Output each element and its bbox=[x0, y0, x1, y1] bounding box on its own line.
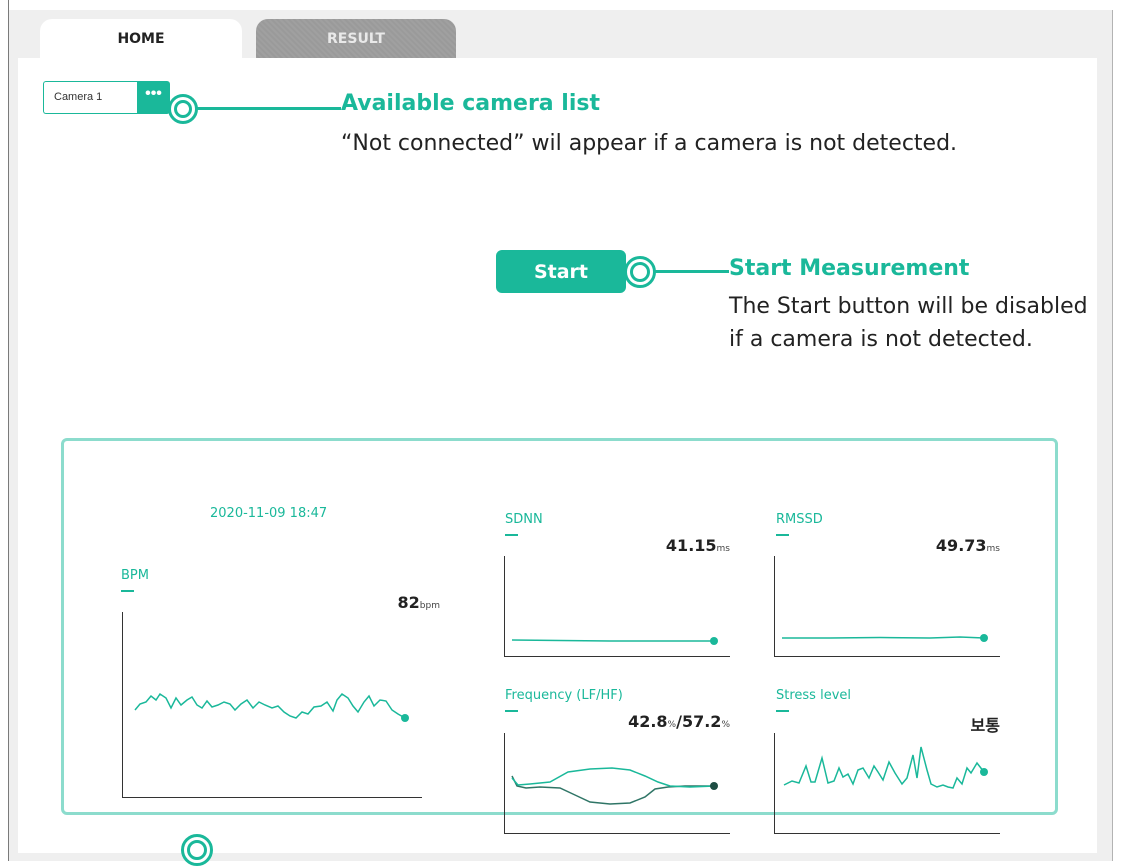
window-right-border bbox=[1112, 10, 1113, 861]
sdnn-marker bbox=[505, 534, 518, 536]
callout-line-camera bbox=[196, 107, 341, 110]
bpm-x-axis bbox=[122, 797, 422, 798]
tab-result[interactable]: RESULT bbox=[256, 19, 456, 59]
camera-select[interactable]: Camera 1 bbox=[43, 81, 137, 114]
stress-label: Stress level bbox=[776, 688, 851, 703]
stress-x-axis bbox=[774, 833, 1000, 834]
rmssd-value: 49.73ms bbox=[935, 536, 1000, 555]
frequency-x-axis bbox=[504, 833, 730, 834]
bpm-marker bbox=[121, 590, 134, 592]
frequency-y-axis bbox=[504, 733, 505, 834]
callout-line-start bbox=[654, 270, 729, 273]
rmssd-marker bbox=[776, 534, 789, 536]
bpm-y-axis bbox=[122, 612, 123, 798]
sdnn-value: 41.15ms bbox=[665, 536, 730, 555]
camera-more-button[interactable]: ••• bbox=[137, 81, 170, 114]
start-note-title: Start Measurement bbox=[729, 256, 970, 281]
bpm-end-dot bbox=[401, 714, 409, 722]
camera-list-note-title: Available camera list bbox=[341, 91, 601, 116]
sdnn-y-axis bbox=[504, 556, 505, 657]
stress-y-axis bbox=[774, 733, 775, 834]
bpm-value: 82bpm bbox=[397, 593, 440, 612]
sdnn-label: SDNN bbox=[505, 512, 543, 527]
rmssd-x-axis bbox=[774, 656, 1000, 657]
frequency-end-dot bbox=[710, 782, 718, 790]
callout-ring-camera bbox=[168, 94, 198, 124]
bpm-label: BPM bbox=[121, 568, 149, 583]
callout-ring-start bbox=[624, 256, 656, 288]
sdnn-end-dot bbox=[710, 637, 718, 645]
start-note-line2: if a camera is not detected. bbox=[729, 327, 1033, 352]
measurement-timestamp: 2020-11-09 18:47 bbox=[210, 506, 328, 521]
sdnn-x-axis bbox=[504, 656, 730, 657]
tab-home[interactable]: HOME bbox=[40, 19, 242, 59]
frequency-value: 42.8%/57.2% bbox=[628, 712, 730, 731]
frequency-label: Frequency (LF/HF) bbox=[505, 688, 623, 703]
camera-list-note-text: “Not connected” wil appear if a camera i… bbox=[341, 131, 958, 156]
stress-value: 보통 bbox=[970, 716, 1000, 735]
stress-marker bbox=[776, 710, 789, 712]
rmssd-label: RMSSD bbox=[776, 512, 823, 527]
frequency-marker bbox=[505, 710, 518, 712]
start-button[interactable]: Start bbox=[496, 250, 626, 293]
result-summary-box bbox=[61, 438, 1058, 815]
callout-ring-results bbox=[181, 834, 213, 866]
rmssd-end-dot bbox=[980, 634, 988, 642]
start-note-line1: The Start button will be disabled bbox=[729, 294, 1088, 319]
stress-end-dot bbox=[980, 768, 988, 776]
rmssd-y-axis bbox=[774, 556, 775, 657]
